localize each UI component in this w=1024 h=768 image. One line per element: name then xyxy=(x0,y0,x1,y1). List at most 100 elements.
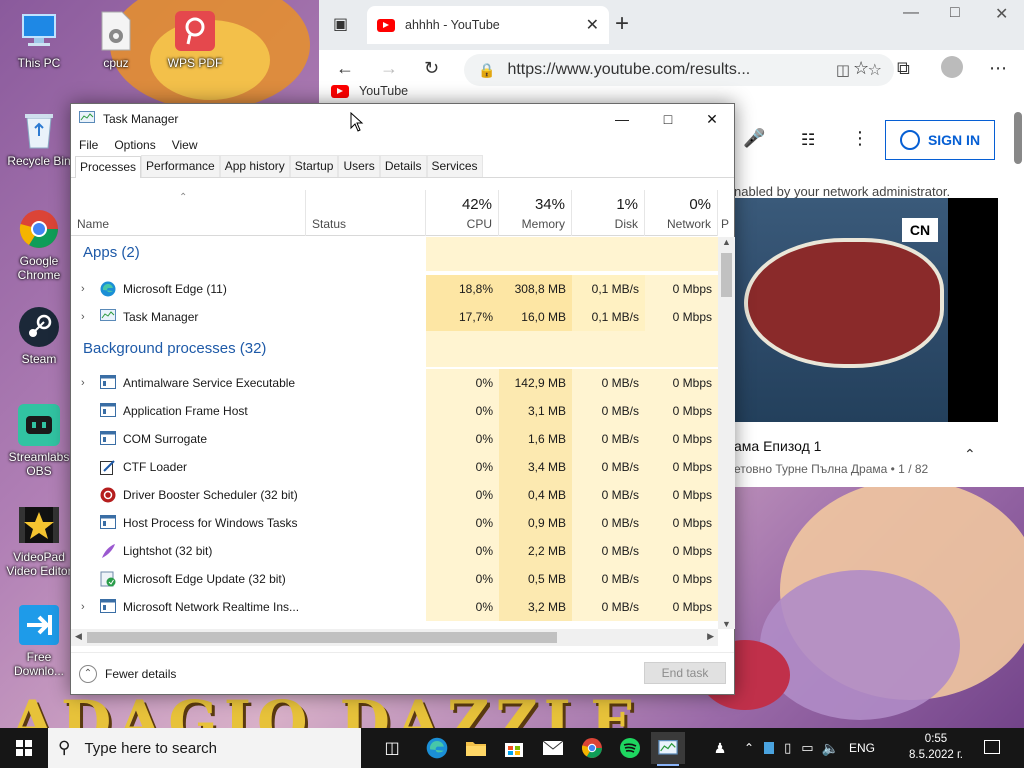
refresh-icon[interactable]: ↻ xyxy=(424,58,439,79)
column-status[interactable]: Status xyxy=(306,190,426,236)
desktop-icon-wps-pdf[interactable]: WPS PDF xyxy=(158,8,232,70)
close-button[interactable]: ✕ xyxy=(689,104,735,134)
taskbar-search[interactable]: ⚲ Type here to search xyxy=(48,728,361,768)
address-bar[interactable]: 🔒 https://www.youtube.com/results... ◫ ☆ xyxy=(464,54,894,86)
process-row[interactable]: Application Frame Host 0% 3,1 MB 0 MB/s … xyxy=(71,397,718,425)
back-icon[interactable]: ← xyxy=(336,58,354,79)
grid-apps-icon[interactable]: ☷ xyxy=(801,130,815,150)
video-thumbnail[interactable]: CN xyxy=(734,198,998,422)
end-task-button[interactable]: End task xyxy=(644,662,726,684)
apps-icon[interactable]: ◫ xyxy=(836,61,850,79)
scroll-up-icon[interactable]: ▲ xyxy=(722,237,731,247)
tab-details[interactable]: Details xyxy=(379,155,427,177)
edge-taskbar-icon[interactable] xyxy=(420,732,454,764)
process-row[interactable]: COM Surrogate 0% 1,6 MB 0 MB/s 0 Mbps xyxy=(71,425,718,453)
tab-app-history[interactable]: App history xyxy=(219,155,290,177)
favorites-bar-item[interactable]: YouTube xyxy=(331,84,408,98)
chevron-up-icon[interactable]: ⌃ xyxy=(964,446,976,463)
new-tab-icon[interactable]: + xyxy=(615,10,629,38)
process-row[interactable]: Driver Booster Scheduler (32 bit) 0% 0,4… xyxy=(71,481,718,509)
minimize-button[interactable]: — xyxy=(599,104,645,134)
process-row[interactable]: Lightshot (32 bit) 0% 2,2 MB 0 MB/s 0 Mb… xyxy=(71,537,718,565)
more-icon[interactable]: ⋯ xyxy=(989,58,1007,79)
column-disk[interactable]: 1% Disk xyxy=(572,190,645,236)
video-title[interactable]: ама Епизод 1 xyxy=(734,438,821,454)
sign-in-button[interactable]: SIGN IN xyxy=(885,120,995,160)
tab-users[interactable]: Users xyxy=(338,155,380,177)
desktop-icon-streamlabs-obs[interactable]: Streamlabs OBS xyxy=(2,402,76,478)
column-cpu[interactable]: 42% CPU xyxy=(426,190,499,236)
process-row[interactable]: Host Process for Windows Tasks 0% 0,9 MB… xyxy=(71,509,718,537)
chrome-taskbar-icon[interactable] xyxy=(575,732,609,764)
task-view-icon[interactable]: ◫ xyxy=(375,732,409,764)
desktop-icon-steam[interactable]: Steam xyxy=(2,304,76,366)
process-row[interactable]: › Task Manager 17,7% 16,0 MB 0,1 MB/s 0 … xyxy=(71,303,718,331)
maximize-icon[interactable]: □ xyxy=(950,4,960,22)
clock[interactable]: 0:55 8.5.2022 г. xyxy=(904,731,968,763)
file-explorer-icon[interactable] xyxy=(459,732,493,764)
profile-icon[interactable] xyxy=(941,56,963,78)
desktop-icon-cpuz[interactable]: cpuz xyxy=(79,8,153,70)
column-network[interactable]: 0% Network xyxy=(645,190,718,236)
settings-dots-icon[interactable]: ⋮ xyxy=(851,128,869,149)
people-icon[interactable]: ♟ xyxy=(710,740,730,757)
tab-performance[interactable]: Performance xyxy=(141,155,220,177)
store-icon[interactable] xyxy=(497,732,531,764)
tray-overflow-chevron-icon[interactable]: ⌃ xyxy=(744,741,754,755)
scroll-right-icon[interactable]: ▶ xyxy=(707,631,714,642)
spotify-icon[interactable] xyxy=(613,732,647,764)
browser-tab[interactable]: ahhhh - YouTube ✕ xyxy=(367,6,609,44)
start-button[interactable] xyxy=(0,728,48,768)
scroll-left-icon[interactable]: ◀ xyxy=(75,631,82,642)
tab-startup[interactable]: Startup xyxy=(289,155,339,177)
desktop-icon-google-chrome[interactable]: Google Chrome xyxy=(2,206,76,282)
process-row[interactable]: › Antimalware Service Executable 0% 142,… xyxy=(71,369,718,397)
scroll-down-icon[interactable]: ▼ xyxy=(722,619,731,629)
menu-options[interactable]: Options xyxy=(114,138,155,152)
scrollbar-thumb[interactable] xyxy=(721,253,732,297)
menu-file[interactable]: File xyxy=(79,138,98,152)
process-row[interactable]: › Microsoft Network Realtime Ins... 0% 3… xyxy=(71,593,718,621)
expand-chevron-icon[interactable]: › xyxy=(81,369,85,397)
process-row[interactable]: Microsoft Edge Update (32 bit) 0% 0,5 MB… xyxy=(71,565,718,593)
minimize-icon[interactable]: — xyxy=(903,4,919,22)
expand-chevron-icon[interactable]: › xyxy=(81,303,85,331)
scrollbar-thumb[interactable] xyxy=(87,632,557,643)
add-favorite-icon[interactable]: ☆ xyxy=(868,60,882,80)
task-manager-taskbar-icon[interactable] xyxy=(651,732,685,766)
battery-icon[interactable]: ▯ xyxy=(784,740,791,756)
desktop-icon-this-pc[interactable]: This PC xyxy=(2,8,76,70)
forward-icon[interactable]: → xyxy=(380,58,398,79)
column-memory[interactable]: 34% Memory xyxy=(499,190,572,236)
notification-icon[interactable] xyxy=(984,740,1000,754)
fewer-details-button[interactable]: ⌃ Fewer details xyxy=(79,664,176,683)
expand-chevron-icon[interactable]: › xyxy=(81,275,85,303)
tab-services[interactable]: Services xyxy=(426,155,483,177)
network-icon[interactable]: ▭ xyxy=(801,740,813,756)
close-icon[interactable]: ✕ xyxy=(995,4,1008,24)
process-row[interactable]: › Microsoft Edge (11) 18,8% 308,8 MB 0,1… xyxy=(71,275,718,303)
expand-chevron-icon[interactable]: › xyxy=(81,593,85,621)
vertical-scrollbar[interactable]: ▲ ▼ xyxy=(718,237,735,629)
tab-actions-icon[interactable]: ▣ xyxy=(333,14,348,34)
maximize-button[interactable]: □ xyxy=(645,104,691,134)
collections-icon[interactable]: ⧉ xyxy=(897,58,910,79)
desktop-icon-free-download[interactable]: Free Downlo... xyxy=(2,602,76,678)
desktop-icon-videopad[interactable]: VideoPad Video Editor xyxy=(2,502,76,578)
column-name[interactable]: ⌃ Name xyxy=(71,190,306,236)
column-power[interactable]: P xyxy=(718,190,735,236)
browser-scrollbar[interactable] xyxy=(1014,112,1022,164)
volume-icon[interactable]: 🔈 xyxy=(822,740,839,757)
desktop-icon-recycle-bin[interactable]: Recycle Bin xyxy=(2,106,76,168)
tab-processes[interactable]: Processes xyxy=(75,156,142,178)
process-row[interactable]: CTF Loader 0% 3,4 MB 0 MB/s 0 Mbps xyxy=(71,453,718,481)
task-manager-titlebar[interactable]: Task Manager — □ ✕ xyxy=(71,104,734,134)
favorites-icon[interactable]: ☆ xyxy=(853,58,869,79)
tray-app-icon[interactable] xyxy=(764,742,775,754)
mic-icon[interactable]: 🎤 xyxy=(743,128,765,149)
horizontal-scrollbar[interactable]: ◀ ▶ xyxy=(71,629,718,646)
menu-view[interactable]: View xyxy=(172,138,198,152)
language-indicator[interactable]: ENG xyxy=(849,741,875,755)
tab-close-icon[interactable]: ✕ xyxy=(586,15,599,35)
mail-icon[interactable] xyxy=(536,732,570,764)
